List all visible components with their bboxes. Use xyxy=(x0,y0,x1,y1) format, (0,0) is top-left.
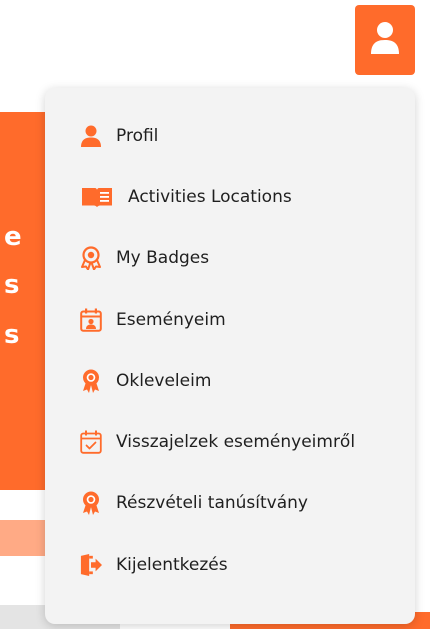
calendar-check-icon xyxy=(80,430,102,454)
user-menu-button[interactable] xyxy=(355,5,415,75)
menu-item-kijelentkezes[interactable]: Kijelentkezés xyxy=(45,534,415,595)
menu-item-visszajelzek[interactable]: Visszajelzek eseményeimről xyxy=(45,411,415,472)
background-strip xyxy=(0,520,50,556)
book-icon xyxy=(80,185,114,209)
award-icon xyxy=(80,491,102,516)
menu-item-label: Részvételi tanúsítvány xyxy=(116,493,308,514)
banner-letter: e xyxy=(4,222,22,252)
banner-letter: s xyxy=(4,270,20,300)
menu-item-label: Eseményeim xyxy=(116,309,226,330)
menu-item-label: Profil xyxy=(116,125,159,146)
menu-item-profil[interactable]: Profil xyxy=(45,105,415,166)
menu-item-label: Okleveleim xyxy=(116,370,212,391)
menu-item-label: My Badges xyxy=(116,248,210,269)
user-icon xyxy=(80,124,102,148)
badge-icon xyxy=(80,246,102,271)
menu-item-my-badges[interactable]: My Badges xyxy=(45,228,415,289)
user-dropdown-menu: Profil Activities Locations My Badges Es… xyxy=(45,88,415,624)
menu-item-esemenyeim[interactable]: Eseményeim xyxy=(45,289,415,350)
logout-icon xyxy=(80,553,102,577)
menu-item-reszveteli-tanusitvany[interactable]: Részvételi tanúsítvány xyxy=(45,473,415,534)
menu-item-activities-locations[interactable]: Activities Locations xyxy=(45,166,415,227)
menu-item-okleveleim[interactable]: Okleveleim xyxy=(45,350,415,411)
award-icon xyxy=(80,369,102,393)
calendar-user-icon xyxy=(80,308,102,332)
user-icon xyxy=(370,21,400,59)
background-banner: e s s xyxy=(0,112,50,490)
menu-item-label: Activities Locations xyxy=(128,186,292,207)
menu-item-label: Kijelentkezés xyxy=(116,554,228,575)
banner-letter: s xyxy=(4,320,20,350)
menu-item-label: Visszajelzek eseményeimről xyxy=(116,432,356,453)
